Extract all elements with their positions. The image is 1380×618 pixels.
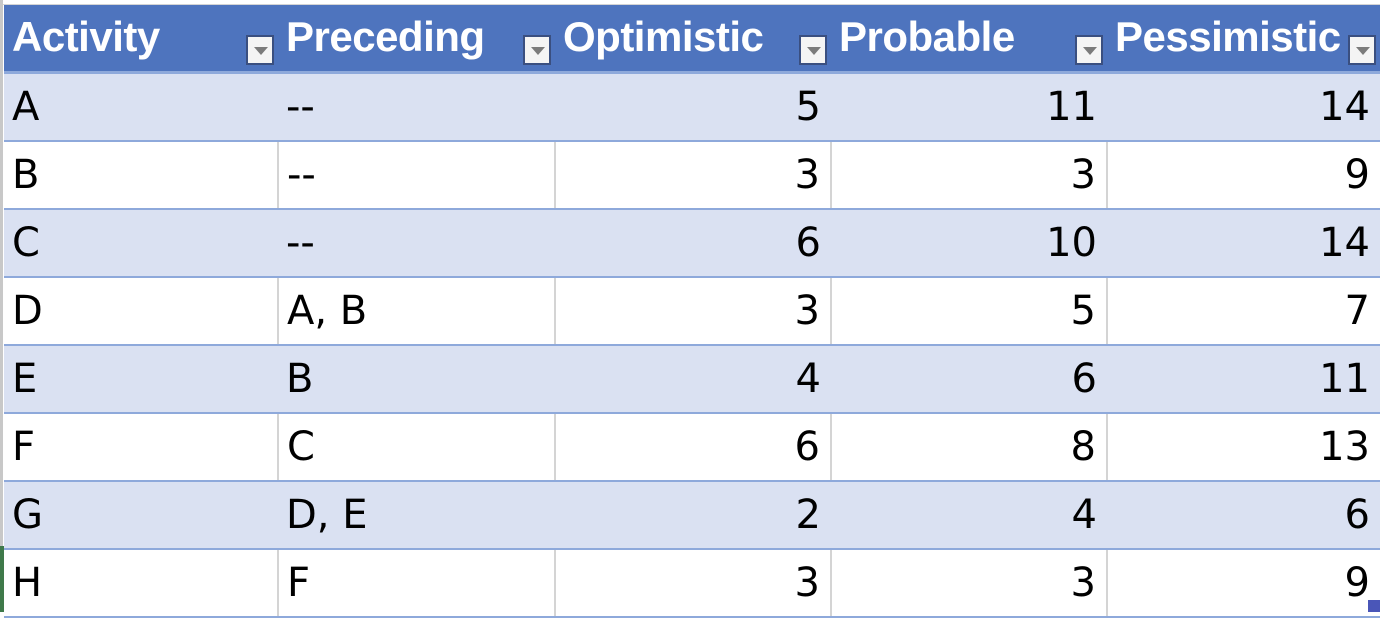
- cell-probable[interactable]: 8: [830, 413, 1107, 482]
- cell-optimistic[interactable]: 6: [554, 413, 831, 482]
- filter-button-probable[interactable]: [1075, 35, 1103, 65]
- cell-pessimistic[interactable]: 9: [1106, 141, 1380, 210]
- cell-preceding[interactable]: B: [278, 345, 555, 414]
- cell-pessimistic[interactable]: 7: [1106, 277, 1380, 346]
- cell-pessimistic[interactable]: 6: [1107, 481, 1380, 550]
- cell-optimistic[interactable]: 5: [555, 72, 831, 142]
- left-gridline: [0, 0, 3, 612]
- cell-activity[interactable]: D: [4, 277, 278, 346]
- activity-table: Activity Preceding Optimistic Probable P…: [4, 5, 1380, 618]
- cell-pessimistic[interactable]: 13: [1106, 413, 1380, 482]
- dropdown-arrow-icon: [1083, 47, 1097, 55]
- header-pessimistic[interactable]: Pessimistic: [1107, 5, 1380, 74]
- cell-probable[interactable]: 5: [830, 277, 1107, 346]
- filter-button-activity[interactable]: [246, 35, 274, 65]
- cell-activity[interactable]: E: [4, 345, 278, 414]
- table-row: F C 6 8 13: [4, 413, 1380, 482]
- table-row: A -- 5 11 14: [4, 72, 1380, 142]
- header-optimistic[interactable]: Optimistic: [555, 5, 831, 74]
- cell-preceding[interactable]: D, E: [278, 481, 555, 550]
- cell-preceding[interactable]: A, B: [277, 277, 555, 346]
- header-row: Activity Preceding Optimistic Probable P…: [4, 5, 1380, 74]
- cell-activity[interactable]: A: [4, 72, 278, 142]
- header-activity[interactable]: Activity: [4, 5, 278, 74]
- dropdown-arrow-icon: [531, 47, 545, 55]
- table-row: D A, B 3 5 7: [4, 277, 1380, 346]
- table-row: H F 3 3 9: [4, 549, 1380, 618]
- cell-probable[interactable]: 6: [831, 345, 1107, 414]
- cell-optimistic[interactable]: 3: [554, 549, 831, 618]
- cell-pessimistic[interactable]: 9: [1106, 549, 1380, 618]
- table-resize-handle[interactable]: [1368, 600, 1380, 612]
- cell-optimistic[interactable]: 6: [555, 209, 831, 278]
- cell-preceding[interactable]: --: [278, 72, 555, 142]
- cell-pessimistic[interactable]: 11: [1107, 345, 1380, 414]
- cell-probable[interactable]: 11: [831, 72, 1107, 142]
- header-probable[interactable]: Probable: [831, 5, 1107, 74]
- cell-preceding[interactable]: F: [277, 549, 555, 618]
- cell-preceding[interactable]: --: [278, 209, 555, 278]
- cell-pessimistic[interactable]: 14: [1107, 209, 1380, 278]
- header-preceding[interactable]: Preceding: [278, 5, 555, 74]
- table-row: C -- 6 10 14: [4, 209, 1380, 278]
- cell-probable[interactable]: 4: [831, 481, 1107, 550]
- dropdown-arrow-icon: [254, 47, 268, 55]
- cell-probable[interactable]: 3: [830, 549, 1107, 618]
- cell-activity[interactable]: H: [4, 549, 278, 618]
- header-label: Pessimistic: [1115, 13, 1341, 60]
- cell-probable[interactable]: 3: [830, 141, 1107, 210]
- table-row: G D, E 2 4 6: [4, 481, 1380, 550]
- cell-activity[interactable]: F: [4, 413, 278, 482]
- table-row: B -- 3 3 9: [4, 141, 1380, 210]
- cell-optimistic[interactable]: 3: [554, 141, 831, 210]
- cell-activity[interactable]: G: [4, 481, 278, 550]
- cell-preceding[interactable]: --: [277, 141, 555, 210]
- cell-pessimistic[interactable]: 14: [1107, 72, 1380, 142]
- dropdown-arrow-icon: [807, 47, 821, 55]
- filter-button-optimistic[interactable]: [799, 35, 827, 65]
- cell-optimistic[interactable]: 3: [554, 277, 831, 346]
- cell-optimistic[interactable]: 2: [555, 481, 831, 550]
- filter-button-preceding[interactable]: [523, 35, 551, 65]
- dropdown-arrow-icon: [1356, 47, 1370, 55]
- table-row: E B 4 6 11: [4, 345, 1380, 414]
- cell-activity[interactable]: C: [4, 209, 278, 278]
- header-label: Probable: [839, 13, 1015, 60]
- cell-optimistic[interactable]: 4: [555, 345, 831, 414]
- header-label: Activity: [12, 13, 160, 60]
- cell-probable[interactable]: 10: [831, 209, 1107, 278]
- filter-button-pessimistic[interactable]: [1348, 35, 1376, 65]
- header-label: Optimistic: [563, 13, 764, 60]
- cell-activity[interactable]: B: [4, 141, 278, 210]
- cell-preceding[interactable]: C: [277, 413, 555, 482]
- header-label: Preceding: [286, 13, 485, 60]
